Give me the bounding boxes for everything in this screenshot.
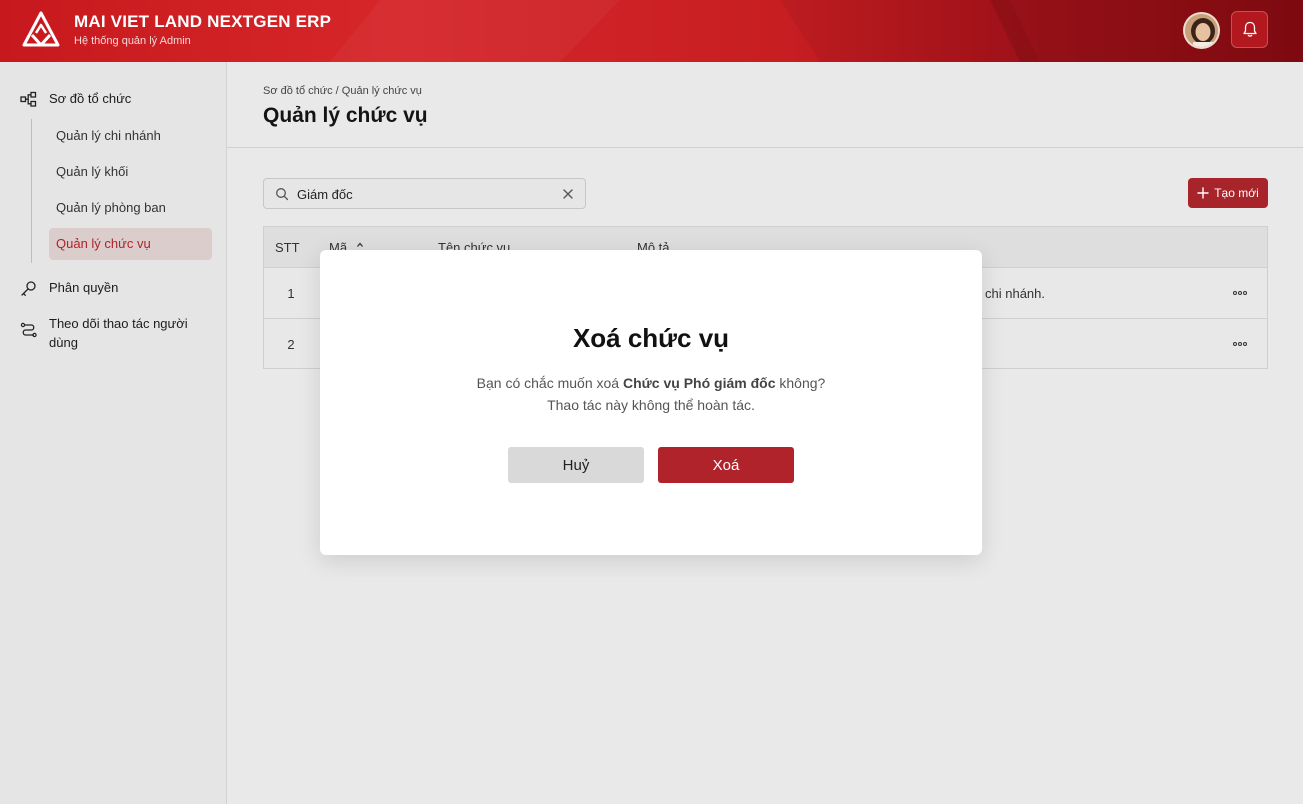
dialog-message: Bạn có chắc muốn xoá Chức vụ Phó giám đố… [320, 372, 982, 416]
dialog-message-prefix: Bạn có chắc muốn xoá [476, 375, 623, 391]
delete-button[interactable]: Xoá [658, 447, 794, 483]
dialog-message-target: Chức vụ Phó giám đốc [622, 375, 776, 391]
cancel-button[interactable]: Huỷ [508, 447, 644, 483]
delete-confirm-dialog: Xoá chức vụ Bạn có chắc muốn xoá Chức vụ… [320, 250, 982, 555]
dialog-title: Xoá chức vụ [572, 323, 730, 353]
dialog-message-suffix: không? [775, 375, 826, 391]
dialog-message-warning: Thao tác này không thể hoàn tác. [547, 397, 755, 413]
